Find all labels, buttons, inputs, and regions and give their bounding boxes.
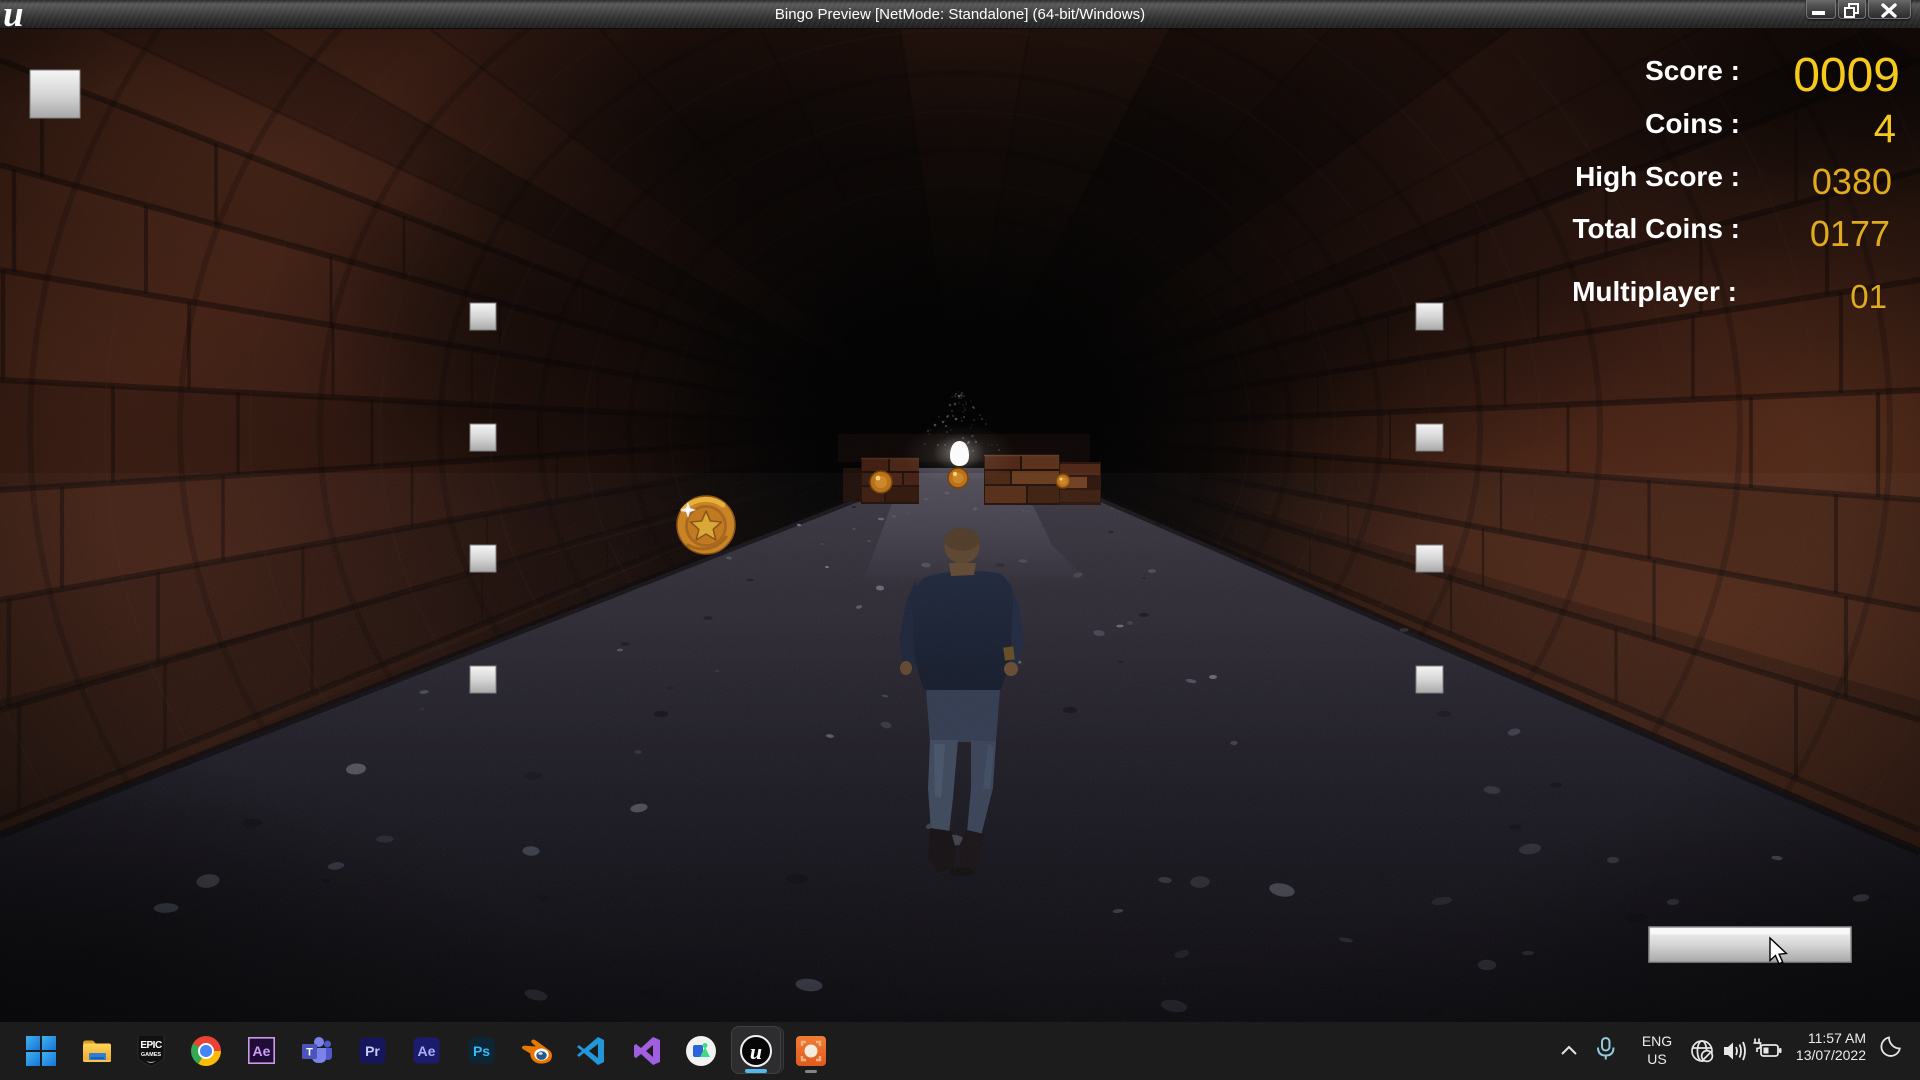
svg-text:Pr: Pr: [365, 1043, 380, 1059]
svg-text:GAMES: GAMES: [141, 1052, 162, 1058]
svg-text:u: u: [750, 1039, 762, 1064]
svg-text:Ps: Ps: [473, 1043, 490, 1059]
svg-text:Ae: Ae: [418, 1043, 436, 1059]
svg-text:T: T: [306, 1047, 313, 1059]
svg-text:Ae: Ae: [253, 1043, 271, 1059]
svg-text:EPIC: EPIC: [140, 1040, 162, 1051]
